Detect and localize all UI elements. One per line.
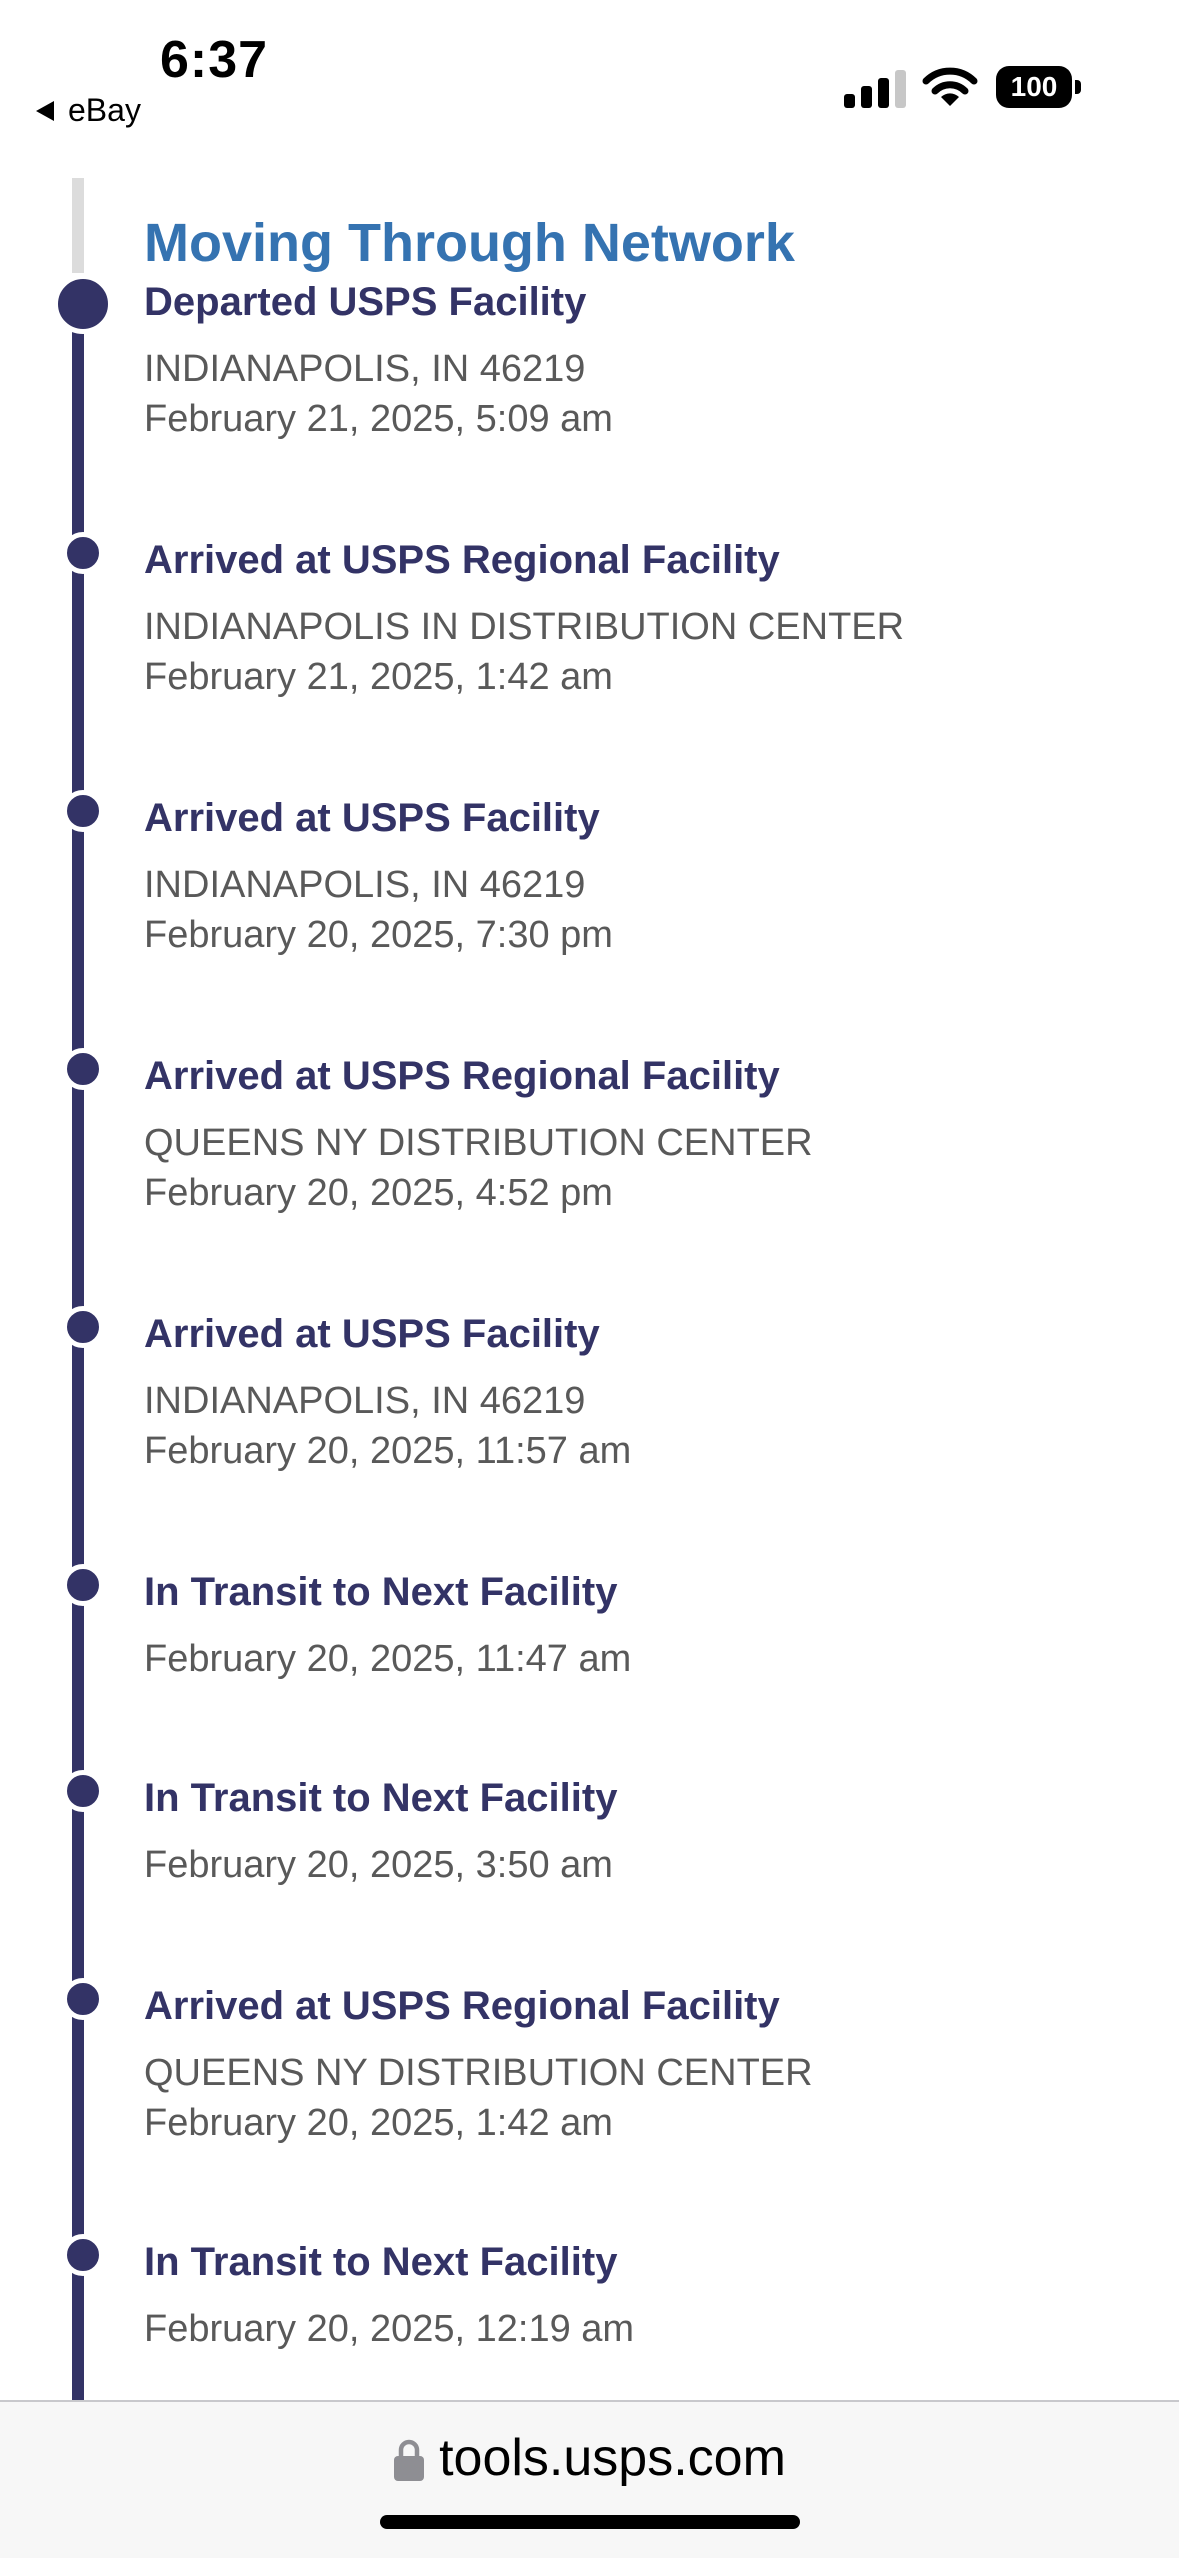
timeline-dot	[62, 1564, 104, 1606]
lock-icon	[394, 2439, 425, 2481]
event-title: Arrived at USPS Regional Facility	[144, 1984, 780, 2028]
event-title: In Transit to Next Facility	[144, 1570, 618, 1614]
event-location: QUEENS NY DISTRIBUTION CENTER	[144, 1122, 813, 1164]
event-location: INDIANAPOLIS, IN 46219	[144, 1380, 586, 1422]
event-date: February 20, 2025, 11:47 am	[144, 1638, 632, 1680]
timeline-line-progress	[72, 300, 84, 2400]
event-location: INDIANAPOLIS, IN 46219	[144, 864, 586, 906]
event-title: Arrived at USPS Regional Facility	[144, 1054, 780, 1098]
event-title: In Transit to Next Facility	[144, 1776, 618, 1820]
timeline-dot	[62, 1048, 104, 1090]
event-title: In Transit to Next Facility	[144, 2240, 618, 2284]
event-location: INDIANAPOLIS, IN 46219	[144, 348, 586, 390]
browser-address-bar[interactable]: tools.usps.com	[0, 2400, 1179, 2558]
event-date: February 20, 2025, 4:52 pm	[144, 1172, 613, 1214]
timeline-dot	[62, 1306, 104, 1348]
event-title: Arrived at USPS Regional Facility	[144, 538, 780, 582]
timeline-dot-current	[53, 274, 113, 334]
timeline-dot	[62, 790, 104, 832]
event-date: February 20, 2025, 7:30 pm	[144, 914, 613, 956]
timeline-line-upcoming	[72, 178, 84, 273]
event-date: February 20, 2025, 12:19 am	[144, 2308, 635, 2350]
event-date: February 20, 2025, 1:42 am	[144, 2102, 613, 2144]
event-location: INDIANAPOLIS IN DISTRIBUTION CENTER	[144, 606, 905, 648]
tracking-timeline: Moving Through Network Departed USPS Fac…	[0, 0, 1179, 2400]
timeline-dot	[62, 1978, 104, 2020]
event-title: Arrived at USPS Facility	[144, 1312, 600, 1356]
event-date: February 20, 2025, 11:57 am	[144, 1430, 632, 1472]
timeline-dot	[62, 532, 104, 574]
event-date: February 21, 2025, 1:42 am	[144, 656, 613, 698]
event-date: February 21, 2025, 5:09 am	[144, 398, 613, 440]
event-title: Arrived at USPS Facility	[144, 796, 600, 840]
url-text[interactable]: tools.usps.com	[439, 2428, 786, 2488]
event-title: Departed USPS Facility	[144, 280, 587, 324]
section-title: Moving Through Network	[144, 213, 795, 273]
home-indicator[interactable]	[380, 2515, 800, 2529]
address-bar-content[interactable]: tools.usps.com	[0, 2428, 1179, 2488]
timeline-dot	[62, 2234, 104, 2276]
timeline-dot	[62, 1770, 104, 1812]
event-date: February 20, 2025, 3:50 am	[144, 1844, 613, 1886]
event-location: QUEENS NY DISTRIBUTION CENTER	[144, 2052, 813, 2094]
